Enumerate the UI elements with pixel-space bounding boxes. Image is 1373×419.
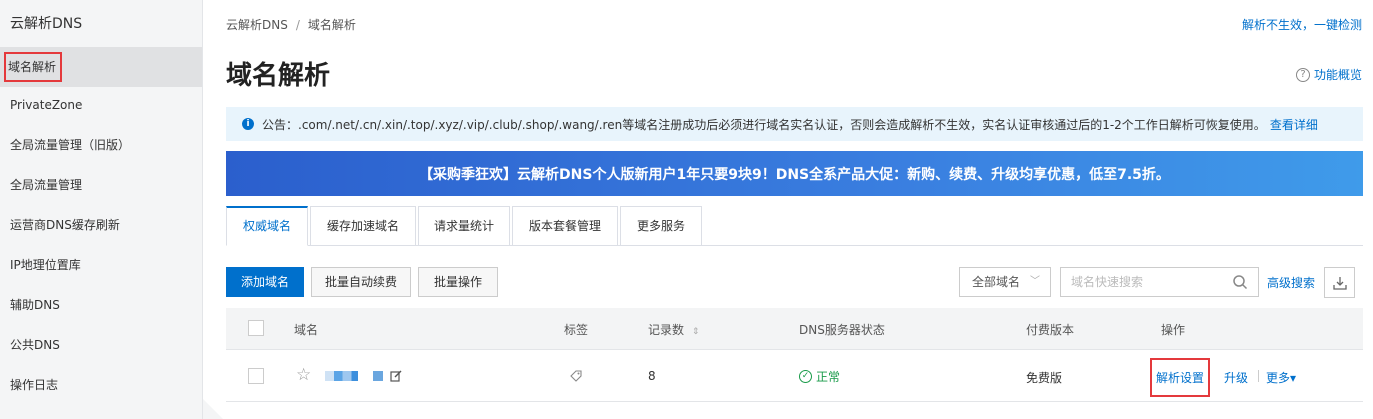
- sidebar-item-label: 域名解析: [4, 52, 63, 82]
- table-row: ☆ 8 ✓ 正常 免费版 解析设置 升级 更多▾: [226, 350, 1363, 402]
- tab-cache-acceleration[interactable]: 缓存加速域名: [310, 206, 416, 246]
- sidebar-item-label: 运营商DNS缓存刷新: [10, 218, 120, 232]
- dns-status-badge: ✓ 正常: [799, 368, 840, 385]
- column-domain: 域名: [294, 323, 319, 337]
- batch-auto-renew-button[interactable]: 批量自动续费: [311, 267, 411, 297]
- add-domain-button[interactable]: 添加域名: [226, 267, 304, 297]
- action-divider: [1258, 370, 1259, 382]
- resolution-settings-link[interactable]: 解析设置: [1150, 358, 1211, 397]
- question-icon: ?: [1295, 67, 1310, 82]
- info-icon: i: [242, 118, 254, 130]
- chevron-down-icon: ﹀: [1030, 276, 1040, 287]
- star-icon[interactable]: ☆: [296, 366, 311, 384]
- domain-name-masked-tail: [373, 371, 383, 381]
- notice-text: 公告：.com/.net/.cn/.xin/.top/.xyz/.vip/.cl…: [262, 117, 1266, 132]
- column-dns-status: DNS服务器状态: [799, 323, 885, 337]
- check-circle-icon: ✓: [799, 370, 812, 383]
- search-icon[interactable]: [1232, 274, 1248, 290]
- breadcrumb: 云解析DNS / 域名解析: [226, 16, 356, 33]
- notice-bar: i 公告：.com/.net/.cn/.xin/.top/.xyz/.vip/.…: [226, 107, 1363, 141]
- notice-detail-link[interactable]: 查看详细: [1270, 116, 1318, 133]
- search-placeholder: 域名快速搜索: [1071, 275, 1144, 289]
- sidebar: 云解析DNS 域名解析 PrivateZone 全局流量管理（旧版） 全局流量管…: [0, 0, 203, 419]
- sidebar-item-gtm[interactable]: 全局流量管理: [0, 165, 202, 205]
- download-icon: [1332, 276, 1347, 290]
- promo-banner-text: 【采购季狂欢】云解析DNS个人版新用户1年只要9块9！DNS全系产品大促：新购、…: [419, 166, 1170, 183]
- column-record-count[interactable]: 记录数 ⇕: [648, 321, 699, 338]
- batch-operations-button[interactable]: 批量操作: [418, 267, 498, 297]
- sidebar-item-label: 操作日志: [10, 378, 59, 392]
- column-record-count-label: 记录数: [648, 323, 685, 337]
- sidebar-item-ip-geo[interactable]: IP地理位置库: [0, 245, 202, 285]
- breadcrumb-item-current: 域名解析: [307, 18, 356, 32]
- edit-icon[interactable]: [390, 370, 402, 382]
- sidebar-item-gtm-legacy[interactable]: 全局流量管理（旧版）: [0, 125, 202, 165]
- domain-filter-value: 全部域名: [972, 275, 1021, 289]
- tab-more-services[interactable]: 更多服务: [620, 206, 702, 246]
- upgrade-link[interactable]: 升级: [1224, 369, 1248, 386]
- page-title: 域名解析: [226, 61, 331, 91]
- domain-search-input[interactable]: 域名快速搜索: [1060, 267, 1259, 297]
- breadcrumb-separator: /: [295, 18, 300, 32]
- column-actions: 操作: [1161, 323, 1186, 337]
- sort-icon[interactable]: ⇕: [692, 327, 700, 337]
- tab-plan-management[interactable]: 版本套餐管理: [512, 206, 618, 246]
- table-header: 域名 标签 记录数 ⇕ DNS服务器状态 付费版本 操作: [226, 308, 1363, 350]
- resolution-check-link[interactable]: 解析不生效，一键检测: [1242, 16, 1362, 33]
- sidebar-title: 云解析DNS: [10, 16, 83, 32]
- export-button[interactable]: [1324, 267, 1355, 298]
- sidebar-item-privatezone[interactable]: PrivateZone: [0, 85, 202, 125]
- record-count: 8: [648, 369, 656, 383]
- promo-banner[interactable]: 【采购季狂欢】云解析DNS个人版新用户1年只要9块9！DNS全系产品大促：新购、…: [226, 151, 1363, 196]
- sidebar-item-label: IP地理位置库: [10, 258, 81, 272]
- table-row-partial: [226, 403, 1363, 419]
- domain-filter-select[interactable]: 全部域名 ﹀: [959, 267, 1051, 297]
- sidebar-item-label: 辅助DNS: [10, 298, 60, 312]
- dns-status-text: 正常: [816, 370, 841, 384]
- advanced-search-link[interactable]: 高级搜索: [1267, 274, 1315, 291]
- plan-version: 免费版: [1026, 371, 1063, 385]
- column-tags: 标签: [564, 323, 589, 337]
- sidebar-item-public-dns[interactable]: 公共DNS: [0, 325, 202, 365]
- sidebar-item-label: 公共DNS: [10, 338, 60, 352]
- domain-name-masked[interactable]: [325, 371, 369, 381]
- tag-icon[interactable]: [569, 369, 583, 383]
- feature-overview-link[interactable]: ? 功能概览: [1295, 66, 1362, 83]
- sidebar-item-isp-cache-refresh[interactable]: 运营商DNS缓存刷新: [0, 205, 202, 245]
- tab-bar: 权威域名 缓存加速域名 请求量统计 版本套餐管理 更多服务: [226, 206, 1363, 246]
- main-content: 云解析DNS / 域名解析 解析不生效，一键检测 域名解析 ? 功能概览 i 公告：…: [204, 0, 1373, 419]
- sidebar-item-label: 全局流量管理（旧版）: [10, 138, 131, 152]
- breadcrumb-item-dns[interactable]: 云解析DNS: [226, 18, 288, 32]
- row-checkbox[interactable]: [248, 368, 264, 384]
- select-all-checkbox[interactable]: [248, 320, 264, 336]
- sidebar-item-domain-resolution[interactable]: 域名解析: [0, 47, 202, 87]
- column-plan: 付费版本: [1026, 323, 1075, 337]
- sidebar-item-operation-log[interactable]: 操作日志: [0, 365, 202, 405]
- feature-overview-label: 功能概览: [1313, 68, 1362, 82]
- sidebar-item-label: 全局流量管理: [10, 178, 83, 192]
- tab-authoritative-domains[interactable]: 权威域名: [226, 206, 308, 246]
- more-actions-dropdown[interactable]: 更多▾: [1266, 369, 1296, 386]
- tab-request-stats[interactable]: 请求量统计: [418, 206, 510, 246]
- sidebar-item-label: PrivateZone: [10, 98, 83, 112]
- sidebar-item-secondary-dns[interactable]: 辅助DNS: [0, 285, 202, 325]
